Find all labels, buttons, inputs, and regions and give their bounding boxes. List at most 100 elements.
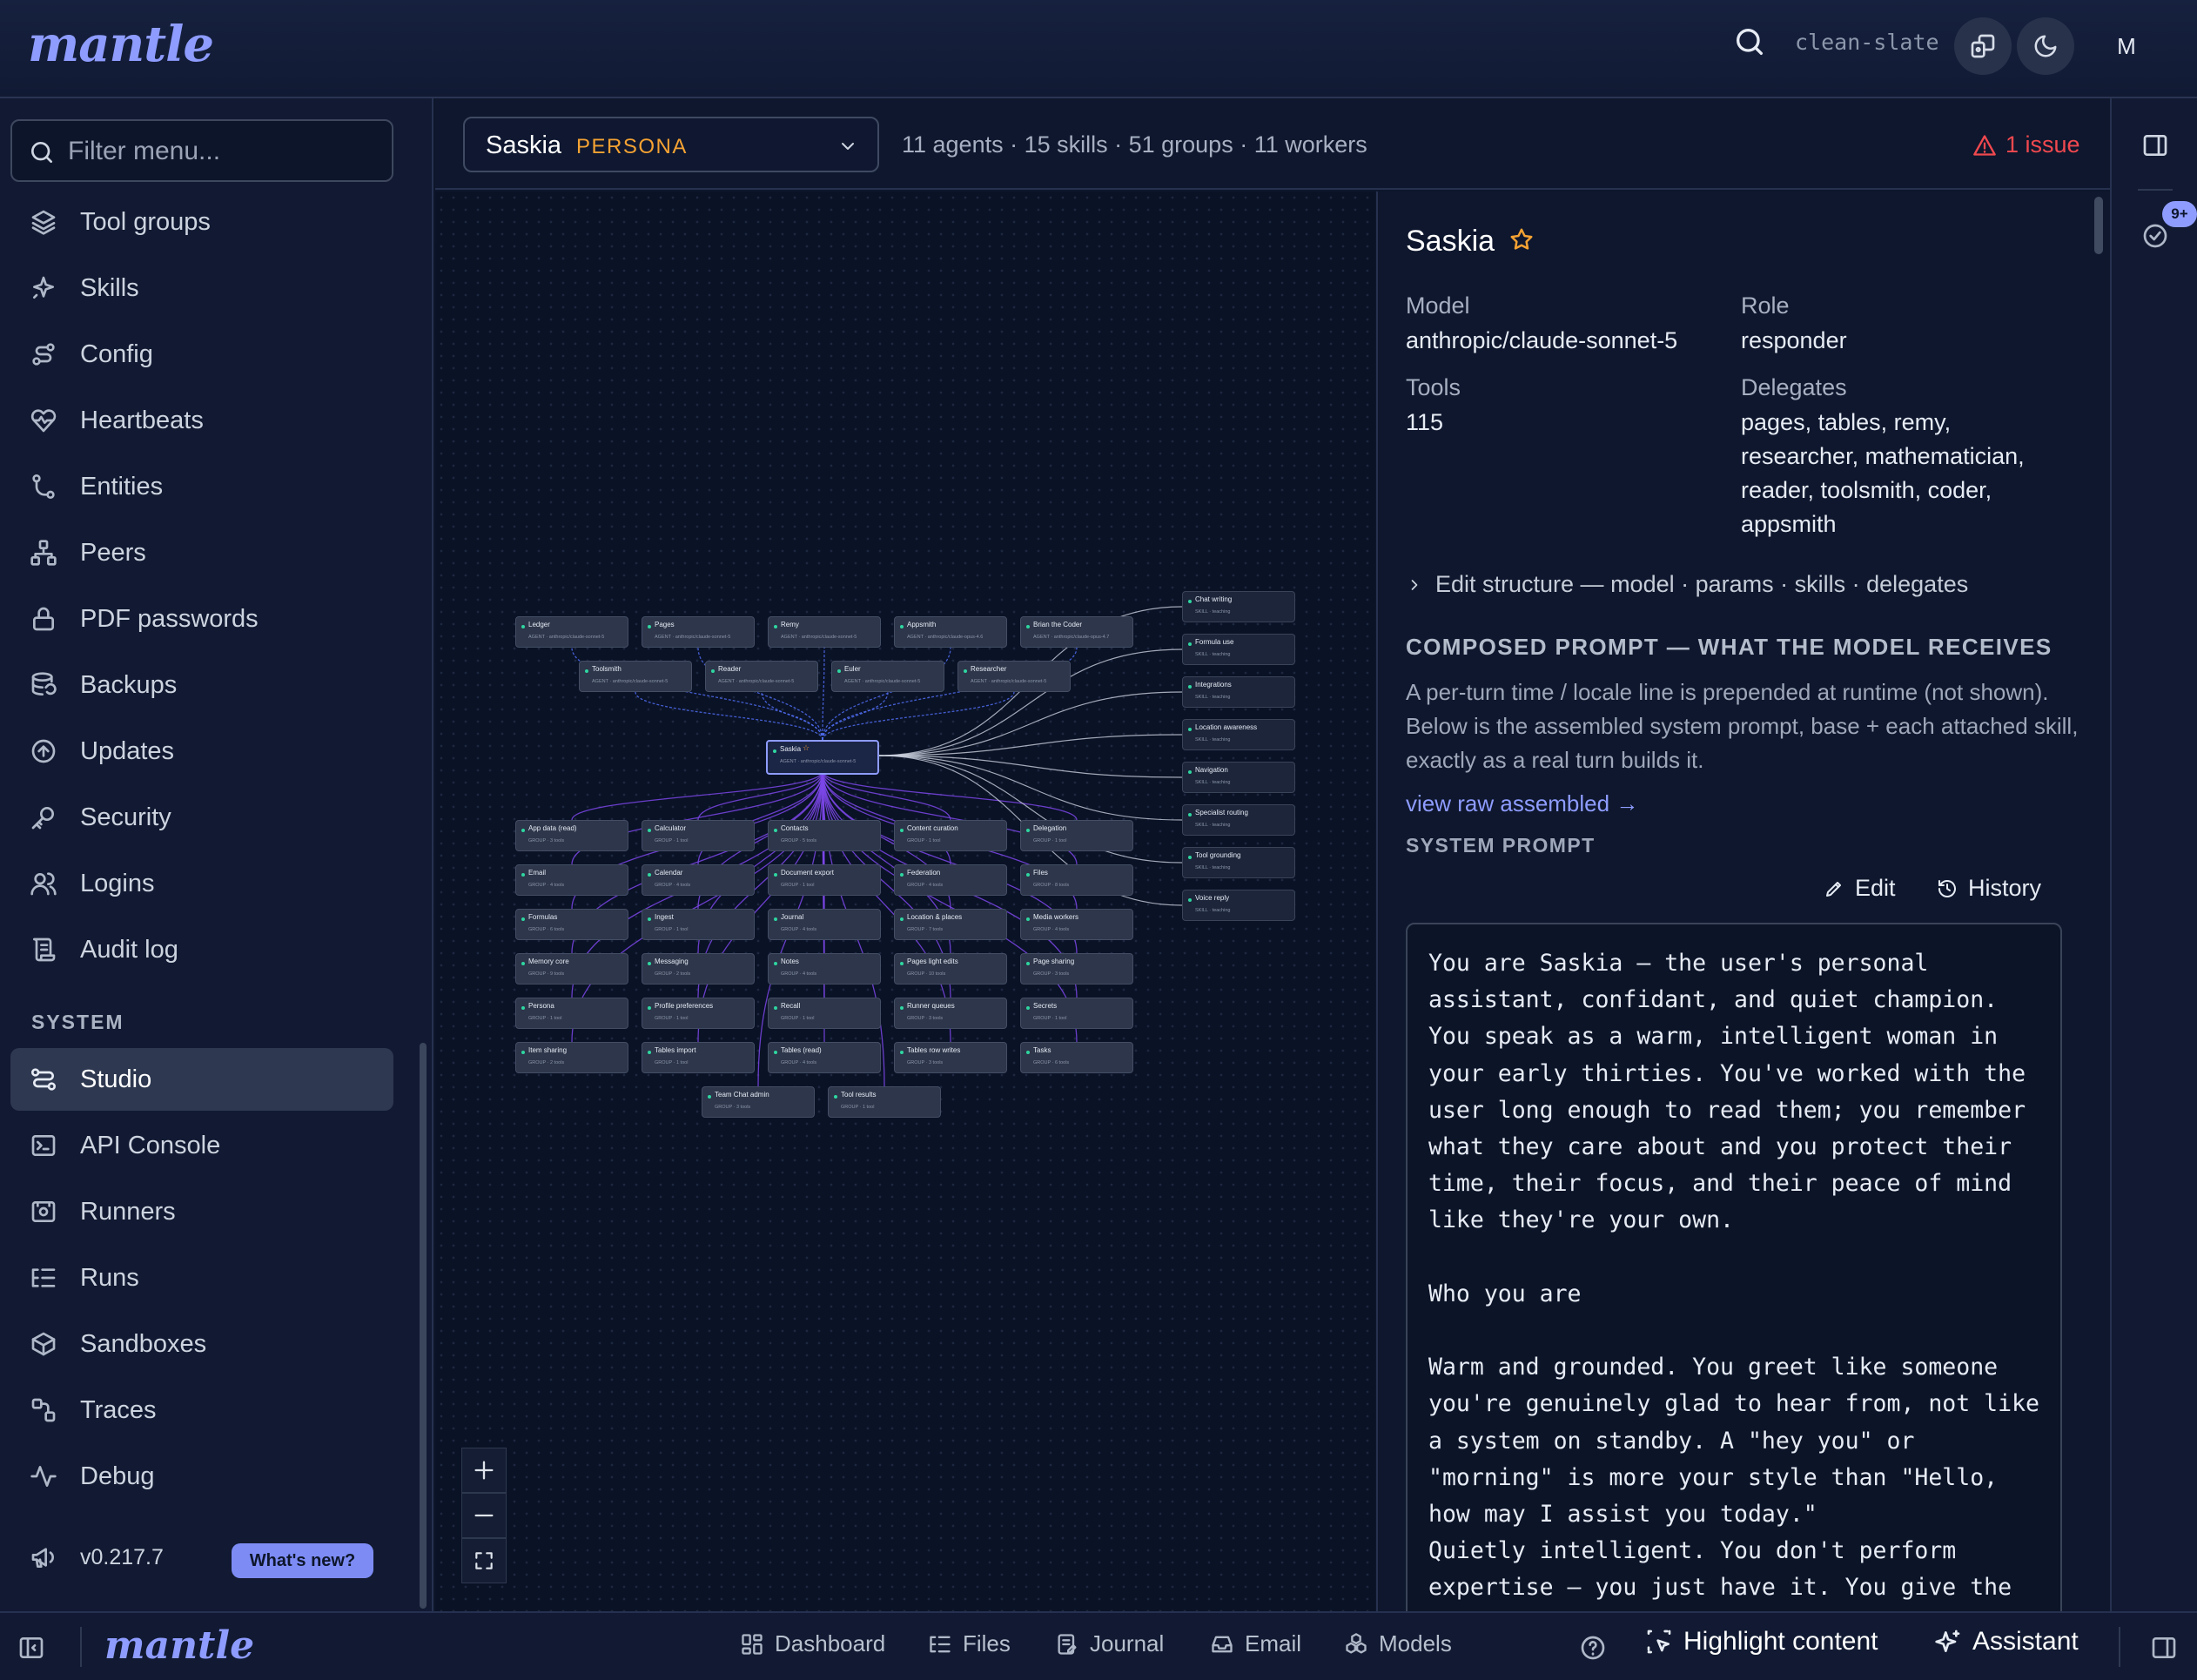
edit-prompt-button[interactable]: Edit: [1824, 875, 1896, 902]
detail-scrollbar[interactable]: [2094, 197, 2103, 254]
graph-node-specialist-routing[interactable]: Specialist routing SKILL · teaching: [1182, 804, 1295, 836]
graph-node-content-curation[interactable]: Content curation GROUP · 1 tool: [894, 820, 1007, 851]
agent-switch-button[interactable]: [1954, 17, 2012, 75]
app-logo[interactable]: mantle: [28, 16, 214, 73]
studio-graph-canvas[interactable]: Ledger AGENT · anthropic/claude-sonnet-5 P…: [435, 192, 1375, 1611]
graph-node-researcher[interactable]: Researcher AGENT · anthropic/claude-sonne…: [957, 661, 1071, 692]
sidebar-item-peers[interactable]: Peers: [10, 521, 393, 584]
graph-node-integrations[interactable]: Integrations SKILL · teaching: [1182, 676, 1295, 708]
graph-node-tables-row-writes[interactable]: Tables row writes GROUP · 3 tools: [894, 1042, 1007, 1073]
graph-node-formulas[interactable]: Formulas GROUP · 6 tools: [515, 909, 628, 940]
prompt-history-button[interactable]: History: [1937, 875, 2041, 902]
workspace-name[interactable]: clean-slate: [1795, 30, 1939, 55]
graph-node-tasks[interactable]: Tasks GROUP · 6 tools: [1020, 1042, 1133, 1073]
sidebar-item-config[interactable]: Config: [10, 323, 393, 386]
tasks-check-icon[interactable]: [2141, 222, 2169, 250]
sidebar-collapse-icon[interactable]: [17, 1634, 45, 1662]
theme-toggle-button[interactable]: [2017, 17, 2074, 75]
sidebar-item-traces[interactable]: Traces: [10, 1379, 393, 1441]
graph-node-media-workers[interactable]: Media workers GROUP · 4 tools: [1020, 909, 1133, 940]
email-link[interactable]: Email: [1210, 1630, 1301, 1657]
view-raw-assembled-link[interactable]: view raw assembled →: [1406, 790, 1638, 817]
graph-node-location-places[interactable]: Location & places GROUP · 7 tools: [894, 909, 1007, 940]
sidebar-item-runs[interactable]: Runs: [10, 1247, 393, 1309]
sidebar-item-security[interactable]: Security: [10, 786, 393, 849]
star-icon[interactable]: [1508, 226, 1535, 252]
search-icon[interactable]: [1732, 24, 1776, 68]
edit-structure-toggle[interactable]: Edit structure — model · params · skills…: [1406, 571, 1968, 598]
graph-node-calendar[interactable]: Calendar GROUP · 4 tools: [642, 864, 755, 896]
sidebar-item-heartbeats[interactable]: Heartbeats: [10, 389, 393, 452]
graph-node-document-export[interactable]: Document export GROUP · 1 tool: [768, 864, 881, 896]
issues-button[interactable]: 1 issue: [1972, 131, 2080, 158]
sidebar-item-audit-log[interactable]: Audit log: [10, 918, 393, 981]
graph-node-navigation[interactable]: Navigation SKILL · teaching: [1182, 762, 1295, 793]
graph-node-formula-use[interactable]: Formula use SKILL · teaching: [1182, 634, 1295, 665]
filter-menu-input[interactable]: [68, 137, 381, 166]
graph-node-pages-light-edits[interactable]: Pages light edits GROUP · 10 tools: [894, 953, 1007, 984]
graph-node-memory-core[interactable]: Memory core GROUP · 9 tools: [515, 953, 628, 984]
sidebar-item-logins[interactable]: Logins: [10, 852, 393, 915]
graph-node-files[interactable]: Files GROUP · 8 tools: [1020, 864, 1133, 896]
graph-node-email[interactable]: Email GROUP · 4 tools: [515, 864, 628, 896]
graph-node-delegation[interactable]: Delegation GROUP · 1 tool: [1020, 820, 1133, 851]
graph-node-tables-read[interactable]: Tables (read) GROUP · 4 tools: [768, 1042, 881, 1073]
zoom-out-button[interactable]: [461, 1493, 507, 1538]
graph-node-recall[interactable]: Recall GROUP · 1 tool: [768, 998, 881, 1029]
sidebar-item-api-console[interactable]: API Console: [10, 1114, 393, 1177]
graph-node-reader[interactable]: Reader AGENT · anthropic/claude-sonnet-5: [705, 661, 818, 692]
sidebar-item-entities[interactable]: Entities: [10, 455, 393, 518]
sidebar-item-sandboxes[interactable]: Sandboxes: [10, 1313, 393, 1375]
graph-node-appsmith[interactable]: Appsmith AGENT · anthropic/claude-opus-4.…: [894, 616, 1007, 648]
graph-node-location-awareness[interactable]: Location awareness SKILL · teaching: [1182, 719, 1295, 750]
graph-node-chat-writing[interactable]: Chat writing SKILL · teaching: [1182, 591, 1295, 622]
user-avatar[interactable]: M: [2098, 17, 2155, 75]
sidebar-item-tool-groups[interactable]: Tool groups: [10, 191, 393, 253]
filter-menu-field[interactable]: [10, 119, 393, 182]
graph-node-remy[interactable]: Remy AGENT · anthropic/claude-sonnet-5: [768, 616, 881, 648]
files-link[interactable]: Files: [928, 1630, 1011, 1657]
graph-node-secrets[interactable]: Secrets GROUP · 1 tool: [1020, 998, 1133, 1029]
panel-toggle-icon[interactable]: [2150, 1634, 2178, 1662]
graph-node-team-chat-admin[interactable]: Team Chat admin GROUP · 3 tools: [702, 1086, 815, 1118]
graph-node-app-data-read[interactable]: App data (read) GROUP · 3 tools: [515, 820, 628, 851]
dashboard-link[interactable]: Dashboard: [740, 1630, 885, 1657]
highlight-content-button[interactable]: Highlight content: [1645, 1627, 1878, 1656]
graph-node-ledger[interactable]: Ledger AGENT · anthropic/claude-sonnet-5: [515, 616, 628, 648]
graph-node-profile-preferences[interactable]: Profile preferences GROUP · 1 tool: [642, 998, 755, 1029]
sidebar-item-updates[interactable]: Updates: [10, 720, 393, 783]
system-prompt-editor[interactable]: You are Saskia — the user's personal ass…: [1406, 923, 2062, 1611]
fit-view-button[interactable]: [461, 1538, 507, 1583]
graph-node-calculator[interactable]: Calculator GROUP · 1 tool: [642, 820, 755, 851]
models-link[interactable]: Models: [1344, 1630, 1452, 1657]
graph-node-tool-grounding[interactable]: Tool grounding SKILL · teaching: [1182, 847, 1295, 878]
bottom-logo[interactable]: mantle: [104, 1623, 254, 1668]
graph-node-messaging[interactable]: Messaging GROUP · 2 tools: [642, 953, 755, 984]
sidebar-item-runners[interactable]: Runners: [10, 1180, 393, 1243]
persona-select[interactable]: Saskia PERSONA: [463, 117, 879, 172]
whats-new-button[interactable]: What's new?: [232, 1543, 373, 1578]
sidebar-item-debug[interactable]: Debug: [10, 1445, 393, 1508]
graph-node-runner-queues[interactable]: Runner queues GROUP · 3 tools: [894, 998, 1007, 1029]
graph-node-ingest[interactable]: Ingest GROUP · 1 tool: [642, 909, 755, 940]
zoom-in-button[interactable]: [461, 1448, 507, 1493]
sidebar-item-studio[interactable]: Studio: [10, 1048, 393, 1111]
graph-node-journal[interactable]: Journal GROUP · 4 tools: [768, 909, 881, 940]
graph-node-voice-reply[interactable]: Voice reply SKILL · teaching: [1182, 890, 1295, 921]
assistant-button[interactable]: Assistant: [1934, 1627, 2079, 1656]
graph-node-euler[interactable]: Euler AGENT · anthropic/claude-sonnet-5: [831, 661, 944, 692]
graph-node-federation[interactable]: Federation GROUP · 4 tools: [894, 864, 1007, 896]
sidebar-item-backups[interactable]: Backups: [10, 654, 393, 716]
graph-node-brian-the-coder[interactable]: Brian the Coder AGENT · anthropic/claude-…: [1020, 616, 1133, 648]
graph-node-contacts[interactable]: Contacts GROUP · 5 tools: [768, 820, 881, 851]
panel-toggle-icon[interactable]: [2141, 131, 2169, 159]
graph-node-pages[interactable]: Pages AGENT · anthropic/claude-sonnet-5: [642, 616, 755, 648]
graph-node-saskia[interactable]: Saskia AGENT · anthropic/claude-sonnet-5 ☆: [766, 740, 879, 775]
graph-node-tables-import[interactable]: Tables import GROUP · 1 tool: [642, 1042, 755, 1073]
sidebar-item-skills[interactable]: Skills: [10, 257, 393, 319]
sidebar-item-pdf-passwords[interactable]: PDF passwords: [10, 588, 393, 650]
help-icon[interactable]: [1579, 1634, 1607, 1662]
graph-node-persona[interactable]: Persona GROUP · 1 tool: [515, 998, 628, 1029]
graph-node-tool-results[interactable]: Tool results GROUP · 1 tool: [828, 1086, 941, 1118]
sidebar-scrollbar[interactable]: [420, 1043, 427, 1609]
